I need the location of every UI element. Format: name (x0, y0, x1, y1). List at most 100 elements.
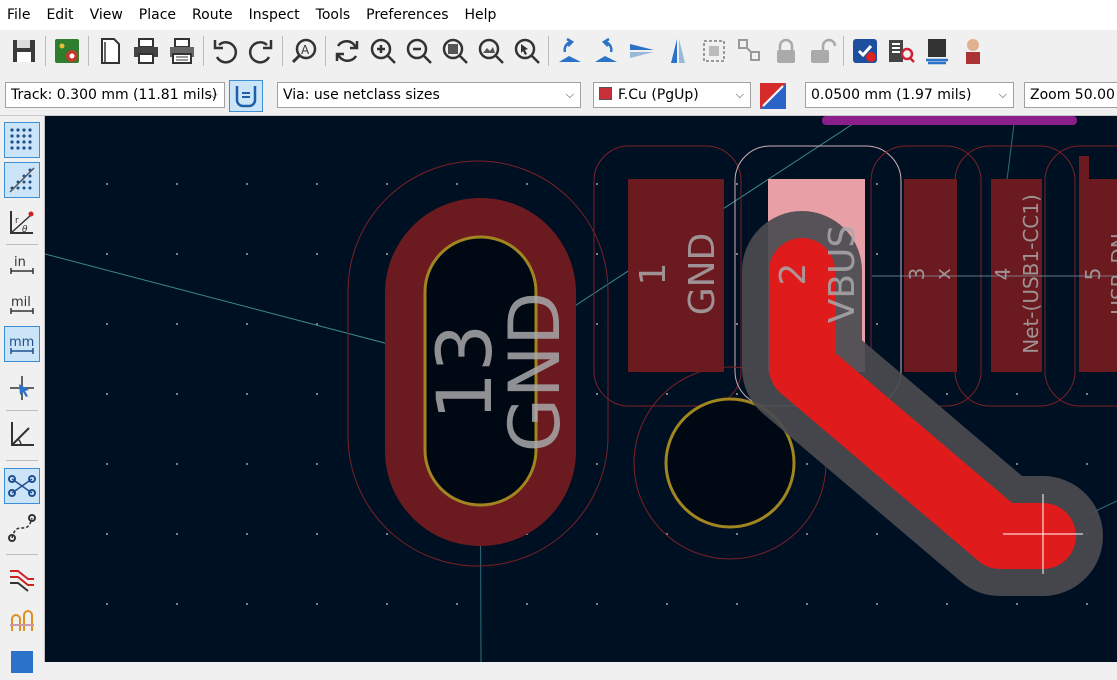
zoom-in-icon (370, 38, 396, 64)
zoom-out-icon (406, 38, 432, 64)
group-button[interactable] (696, 33, 732, 69)
track-width-select[interactable]: Track: 0.300 mm (11.81 mils) ⌵ (5, 82, 225, 108)
silkscreen-outline (822, 116, 1077, 125)
angle-constraint-button[interactable] (4, 416, 40, 452)
grid-dots-icon (10, 128, 32, 150)
grid-value: 0.0500 mm (1.97 mils) (811, 87, 972, 103)
high-contrast-button[interactable] (4, 644, 40, 680)
layer-value: F.Cu (PgUp) (618, 87, 699, 103)
redo-button[interactable] (243, 33, 279, 69)
pcb-view[interactable]: 13 GND 1 GND 2 VBUS 3 x 4 Net-(USB1-CC1)… (45, 116, 1117, 662)
mirror-vertical-icon (630, 44, 654, 58)
menu-help[interactable]: Help (457, 0, 505, 30)
grid-toggle-button[interactable] (4, 122, 40, 158)
menu-preferences[interactable]: Preferences (358, 0, 456, 30)
menu-edit[interactable]: Edit (38, 0, 81, 30)
track-display-button[interactable] (4, 560, 40, 596)
cursor-style-button[interactable] (4, 370, 40, 406)
angle-icon (11, 422, 34, 446)
board-setup-icon (55, 39, 79, 63)
menu-inspect[interactable]: Inspect (241, 0, 308, 30)
auto-width-icon (235, 86, 257, 108)
track-outline-icon (10, 570, 34, 592)
zoom-objects-button[interactable] (473, 33, 509, 69)
lock-icon (777, 38, 795, 63)
zoom-select[interactable]: Zoom 50.00 (1024, 82, 1117, 108)
footprint-browser-icon (889, 40, 915, 63)
footprint-browser-button[interactable] (883, 33, 919, 69)
toolbar-separator (6, 554, 38, 555)
print-button[interactable] (128, 33, 164, 69)
mirror-vertical-button[interactable] (624, 33, 660, 69)
chevron-down-icon: ⌵ (735, 88, 744, 101)
refresh-button[interactable] (329, 33, 365, 69)
page-settings-button[interactable] (92, 33, 128, 69)
track-width-value: Track: 0.300 mm (11.81 mils) (11, 87, 218, 103)
pad-3-number: 3 (905, 268, 929, 281)
layer-pair-button[interactable] (756, 80, 790, 112)
toolbar-separator (548, 36, 549, 66)
chevron-down-icon: ⌵ (998, 88, 1007, 101)
rotate-cw-button[interactable] (588, 33, 624, 69)
crosshair-cursor-icon (10, 376, 34, 400)
page-icon (101, 38, 120, 64)
unlock-button[interactable] (804, 33, 840, 69)
find-button[interactable]: A (286, 33, 322, 69)
pad-3-net: x (931, 268, 955, 280)
menu-file[interactable]: File (0, 0, 38, 30)
ungroup-button[interactable] (732, 33, 768, 69)
layer-select[interactable]: F.Cu (PgUp) ⌵ (593, 82, 751, 108)
via-display-button[interactable] (4, 602, 40, 638)
curved-ratsnest-button[interactable] (4, 510, 40, 546)
zoom-fit-button[interactable] (437, 33, 473, 69)
mil-label: mil (11, 295, 31, 310)
grid-select[interactable]: 0.0500 mm (1.97 mils) ⌵ (805, 82, 1014, 108)
pad-2-net: VBUS (822, 225, 863, 324)
pads-display-icon (10, 610, 34, 631)
rotate-ccw-button[interactable] (552, 33, 588, 69)
zoom-selection-button[interactable] (509, 33, 545, 69)
lock-button[interactable] (768, 33, 804, 69)
units-inches-button[interactable]: in (4, 246, 40, 282)
printer-icon (134, 38, 158, 64)
board-setup-button[interactable] (49, 33, 85, 69)
ratsnest-toggle-button[interactable] (4, 468, 40, 504)
save-button[interactable] (6, 33, 42, 69)
zoom-value: Zoom 50.00 (1030, 87, 1115, 103)
grid-overrides-button[interactable] (4, 162, 40, 198)
plot-button[interactable] (164, 33, 200, 69)
zoom-in-button[interactable] (365, 33, 401, 69)
via-size-select[interactable]: Via: use netclass sizes ⌵ (277, 82, 581, 108)
polar-coords-button[interactable]: rθ (4, 204, 40, 240)
scripting-button[interactable] (955, 33, 991, 69)
footprint-editor-button[interactable] (919, 33, 955, 69)
auto-track-width-toggle[interactable] (229, 80, 263, 112)
undo-button[interactable] (207, 33, 243, 69)
toolbar-separator (6, 460, 38, 461)
pad-1-number: 1 (633, 263, 674, 286)
toolbar-separator (203, 36, 204, 66)
drc-button[interactable] (847, 33, 883, 69)
menu-place[interactable]: Place (131, 0, 184, 30)
toolbar-separator (45, 36, 46, 66)
menu-tools[interactable]: Tools (308, 0, 359, 30)
zoom-out-button[interactable] (401, 33, 437, 69)
menu-view[interactable]: View (82, 0, 131, 30)
chevron-down-icon: ⌵ (209, 88, 218, 101)
units-mm-button[interactable]: mm (4, 326, 40, 362)
pad-5-notch (1079, 156, 1089, 181)
menu-route[interactable]: Route (184, 0, 241, 30)
svg-text:A: A (301, 43, 310, 57)
inch-units-icon: in (10, 255, 34, 274)
toolbar-separator (325, 36, 326, 66)
pcb-canvas[interactable]: 13 GND 1 GND 2 VBUS 3 x 4 Net-(USB1-CC1)… (45, 116, 1117, 662)
units-mils-button[interactable]: mil (4, 286, 40, 322)
toolbar-separator (282, 36, 283, 66)
layer-stack-icon (11, 651, 33, 673)
aux-toolbar: Track: 0.300 mm (11.81 mils) ⌵ Via: use … (0, 72, 1117, 116)
zoom-selection-icon (514, 38, 540, 64)
mirror-horizontal-button[interactable] (660, 33, 696, 69)
mirror-horizontal-icon (671, 39, 685, 63)
mm-units-icon: mm (9, 335, 34, 354)
redo-icon (248, 40, 273, 64)
